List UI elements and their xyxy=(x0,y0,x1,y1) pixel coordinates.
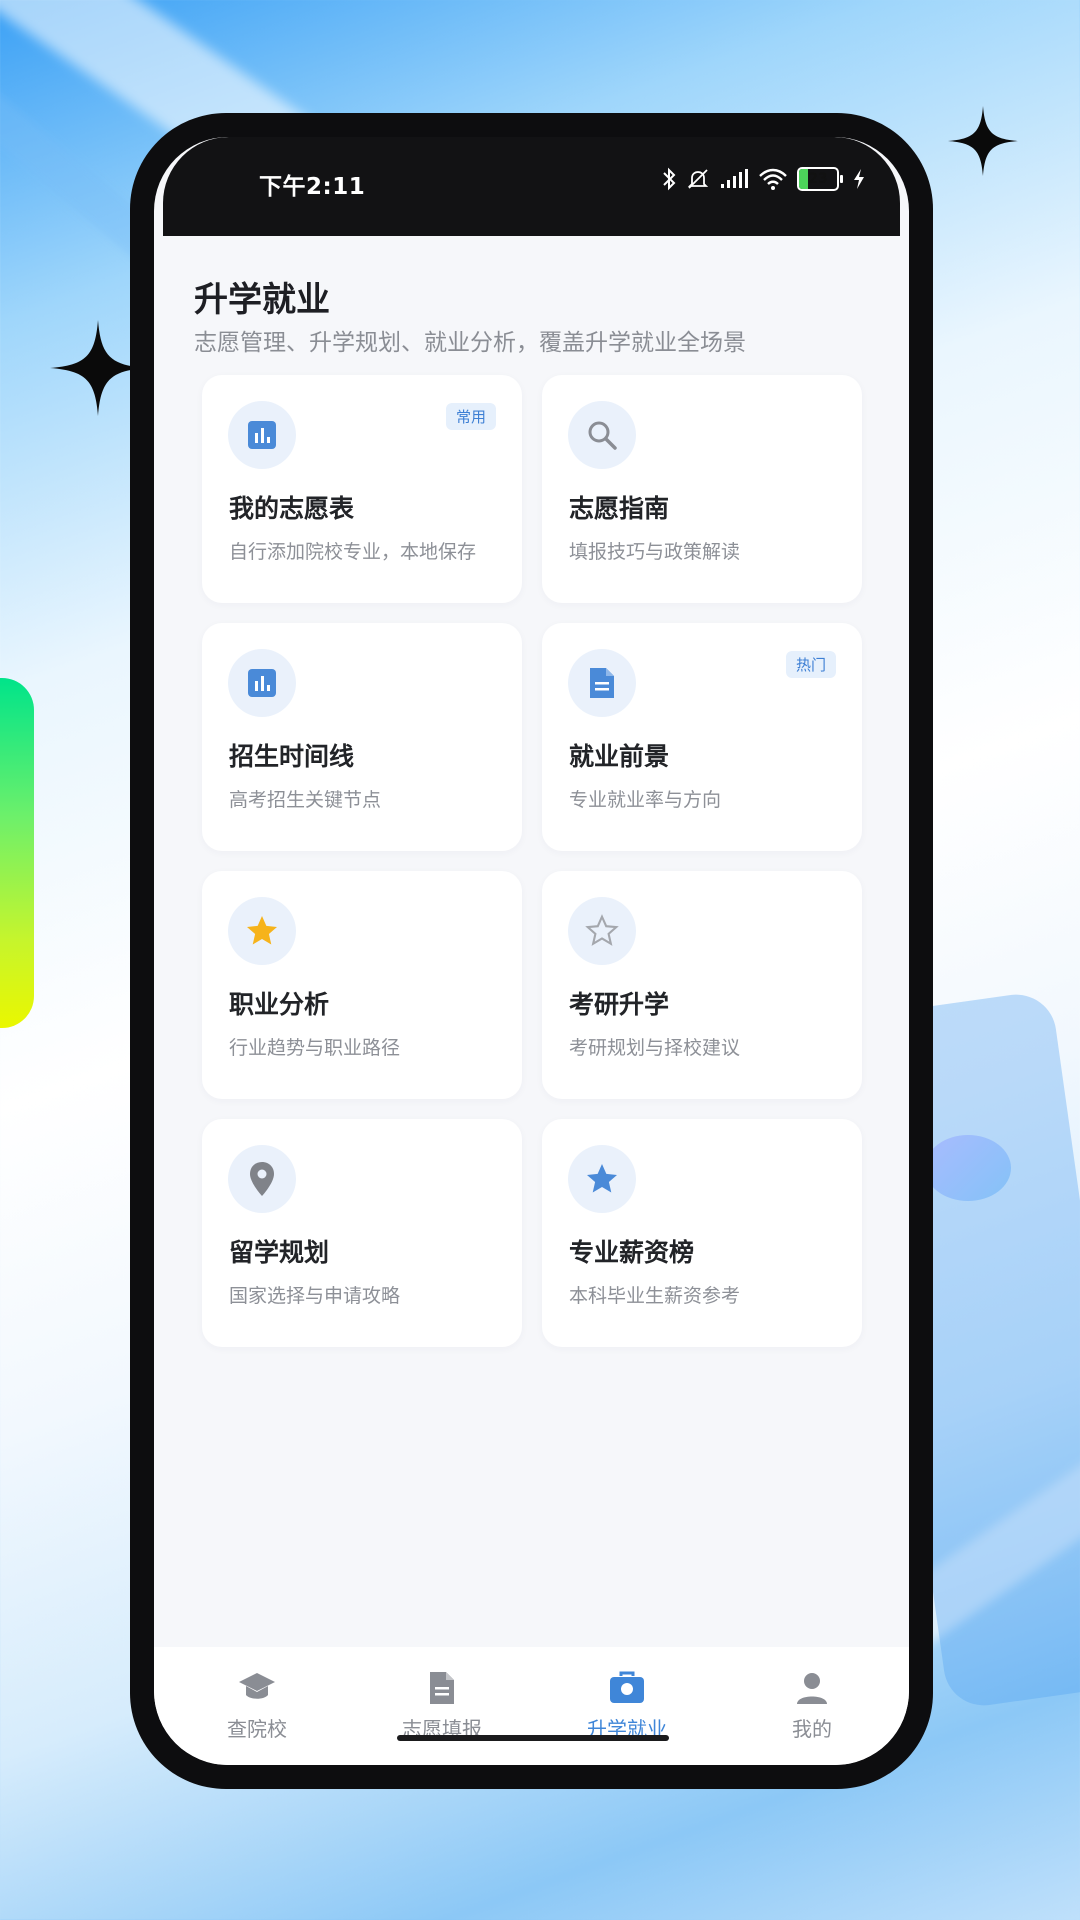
bar-chart-icon xyxy=(248,669,276,697)
page-subtitle: 志愿管理、升学规划、就业分析，覆盖升学就业全场景 xyxy=(194,330,746,356)
card-title: 就业前景 xyxy=(569,742,670,771)
person-icon xyxy=(797,1673,827,1704)
card-icon-bg xyxy=(568,401,636,469)
star-filled-icon xyxy=(587,1164,617,1193)
badge-hot: 热门 xyxy=(785,651,836,678)
feature-card-admission-timeline[interactable]: 招生时间线 高考招生关键节点 xyxy=(202,623,522,851)
charging-icon xyxy=(854,169,864,189)
card-description: 本科毕业生薪资参考 xyxy=(569,1285,741,1307)
signal-icon xyxy=(721,169,748,188)
battery-level: 23 xyxy=(808,171,828,187)
bluetooth-icon xyxy=(663,167,676,191)
document-icon xyxy=(590,668,614,698)
tab-school-search[interactable]: 查院校 xyxy=(182,1667,332,1742)
feature-card-graduate-study[interactable]: 考研升学 考研规划与择校建议 xyxy=(542,871,862,1099)
card-icon-bg xyxy=(228,1145,296,1213)
star-filled-icon xyxy=(247,916,277,945)
card-icon-bg xyxy=(568,1145,636,1213)
card-description: 国家选择与申请攻略 xyxy=(229,1285,401,1307)
app-screen: 下午2:11 23 升学就业 志愿管理、升学规划、就业分析，覆盖升学就业全场景 … xyxy=(154,137,909,1765)
card-title: 职业分析 xyxy=(229,990,330,1019)
card-icon-bg xyxy=(228,897,296,965)
card-title: 招生时间线 xyxy=(229,742,355,771)
card-title: 留学规划 xyxy=(229,1238,330,1267)
card-title: 考研升学 xyxy=(569,990,670,1019)
card-title: 我的志愿表 xyxy=(229,494,355,523)
feature-card-my-application-list[interactable]: 常用 我的志愿表 自行添加院校专业，本地保存 xyxy=(202,375,522,603)
bar-chart-icon xyxy=(248,421,276,449)
status-icons: 23 xyxy=(661,167,866,191)
page-title: 升学就业 xyxy=(194,280,330,320)
bottom-tab-bar: 查院校 志愿填报 升学就业 我的 xyxy=(154,1647,909,1765)
feature-grid: 常用 我的志愿表 自行添加院校专业，本地保存 志愿指南 填报技巧与政策解读 招生… xyxy=(202,375,862,1347)
feature-card-study-abroad[interactable]: 留学规划 国家选择与申请攻略 xyxy=(202,1119,522,1347)
background-gradient-bar xyxy=(0,678,34,1028)
card-icon-bg xyxy=(568,897,636,965)
briefcase-icon xyxy=(610,1671,644,1703)
card-description: 考研规划与择校建议 xyxy=(569,1037,741,1059)
tab-application-fill[interactable]: 志愿填报 xyxy=(367,1667,517,1742)
search-icon xyxy=(588,421,617,450)
location-pin-icon xyxy=(250,1162,274,1196)
sparkle-icon xyxy=(948,106,1018,176)
star-outline-icon xyxy=(585,914,619,946)
bell-muted-icon xyxy=(687,169,709,189)
feature-card-application-guide[interactable]: 志愿指南 填报技巧与政策解读 xyxy=(542,375,862,603)
card-icon-bg xyxy=(228,649,296,717)
status-time: 下午2:11 xyxy=(259,174,366,200)
feature-card-career-analysis[interactable]: 职业分析 行业趋势与职业路径 xyxy=(202,871,522,1099)
battery-icon: 23 xyxy=(797,167,843,191)
tab-profile[interactable]: 我的 xyxy=(737,1667,887,1742)
card-description: 自行添加院校专业，本地保存 xyxy=(229,541,477,563)
feature-card-employment-outlook[interactable]: 热门 就业前景 专业就业率与方向 xyxy=(542,623,862,851)
phone-frame: 下午2:11 23 升学就业 志愿管理、升学规划、就业分析，覆盖升学就业全场景 … xyxy=(130,113,933,1789)
card-title: 志愿指南 xyxy=(569,494,670,523)
graduation-cap-icon xyxy=(239,1673,275,1699)
card-description: 专业就业率与方向 xyxy=(569,789,722,811)
status-bar: 下午2:11 23 xyxy=(163,137,900,236)
card-description: 行业趋势与职业路径 xyxy=(229,1037,401,1059)
tab-further-study-employment[interactable]: 升学就业 xyxy=(552,1667,702,1742)
card-description: 填报技巧与政策解读 xyxy=(569,541,741,563)
card-title: 专业薪资榜 xyxy=(569,1238,695,1267)
background-oval xyxy=(925,1135,1011,1201)
card-icon-bg xyxy=(568,649,636,717)
card-description: 高考招生关键节点 xyxy=(229,789,382,811)
badge-common: 常用 xyxy=(445,403,496,430)
tab-label: 查院校 xyxy=(227,1717,287,1741)
tab-label: 我的 xyxy=(792,1717,832,1741)
document-icon xyxy=(430,1672,454,1704)
feature-card-major-salary-ranking[interactable]: 专业薪资榜 本科毕业生薪资参考 xyxy=(542,1119,862,1347)
wifi-icon xyxy=(759,168,787,190)
card-icon-bg xyxy=(228,401,296,469)
home-indicator[interactable] xyxy=(397,1735,669,1741)
